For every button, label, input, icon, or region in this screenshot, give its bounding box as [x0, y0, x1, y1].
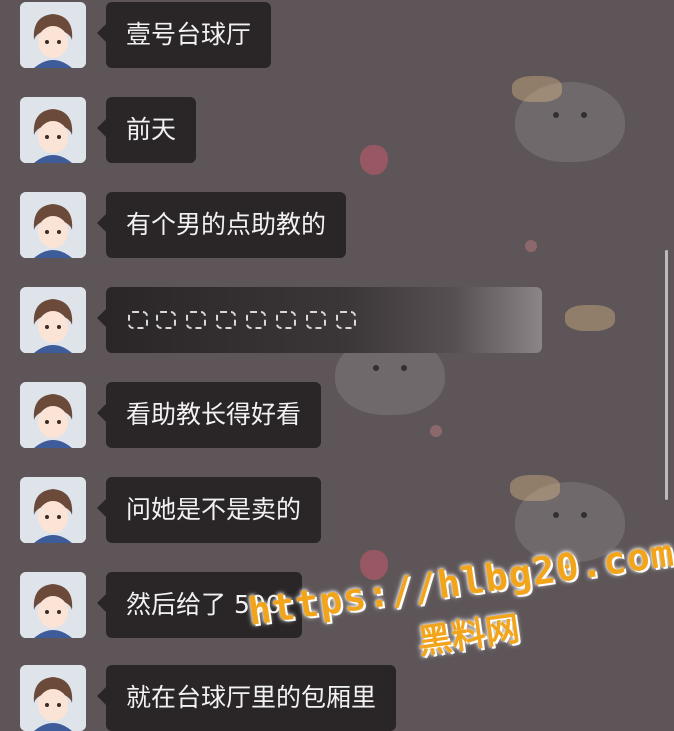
bubble-tail	[97, 687, 106, 705]
message-row	[20, 287, 542, 353]
obscured-glyph	[216, 311, 236, 329]
obscured-glyph	[246, 311, 266, 329]
obscured-glyph	[336, 311, 356, 329]
pink-dot	[525, 240, 537, 252]
bubble-tail	[97, 309, 106, 327]
bow-sticker	[510, 475, 560, 501]
obscured-glyph	[186, 311, 206, 329]
message-bubble[interactable]: 问她是不是卖的	[106, 477, 322, 543]
bow-sticker	[512, 76, 562, 102]
obscured-glyph	[156, 311, 176, 329]
bubble-tail	[97, 404, 106, 422]
message-bubble[interactable]: 有个男的点助教的	[106, 192, 347, 258]
message-row: 壹号台球厅	[20, 2, 272, 68]
bubble-tail	[97, 594, 106, 612]
bubble-tail	[97, 214, 106, 232]
obscured-message-bubble[interactable]	[106, 287, 542, 353]
message-row: 然后给了 500	[20, 572, 302, 638]
bubble-tail	[97, 119, 106, 137]
message-row: 有个男的点助教的	[20, 192, 347, 258]
avatar[interactable]	[20, 572, 86, 638]
message-bubble[interactable]: 壹号台球厅	[106, 2, 272, 68]
avatar[interactable]	[20, 477, 86, 543]
message-row: 问她是不是卖的	[20, 477, 322, 543]
message-bubble[interactable]: 前天	[106, 97, 197, 163]
avatar[interactable]	[20, 665, 86, 731]
scrollbar[interactable]	[665, 250, 668, 500]
message-bubble[interactable]: 然后给了 500	[106, 572, 302, 638]
strawberry-sticker	[360, 145, 388, 175]
bubble-tail	[97, 24, 106, 42]
obscured-glyph	[306, 311, 326, 329]
avatar[interactable]	[20, 97, 86, 163]
message-row: 前天	[20, 97, 197, 163]
avatar[interactable]	[20, 192, 86, 258]
obscured-glyph	[128, 311, 148, 329]
message-row: 就在台球厅里的包厢里	[20, 665, 397, 731]
bubble-tail	[97, 499, 106, 517]
message-bubble[interactable]: 看助教长得好看	[106, 382, 322, 448]
avatar[interactable]	[20, 287, 86, 353]
avatar[interactable]	[20, 2, 86, 68]
message-row: 看助教长得好看	[20, 382, 322, 448]
avatar[interactable]	[20, 382, 86, 448]
obscured-glyph	[276, 311, 296, 329]
cookie-sticker	[565, 305, 615, 331]
strawberry-sticker	[360, 550, 388, 580]
message-bubble[interactable]: 就在台球厅里的包厢里	[106, 665, 397, 731]
pink-dot	[430, 425, 442, 437]
